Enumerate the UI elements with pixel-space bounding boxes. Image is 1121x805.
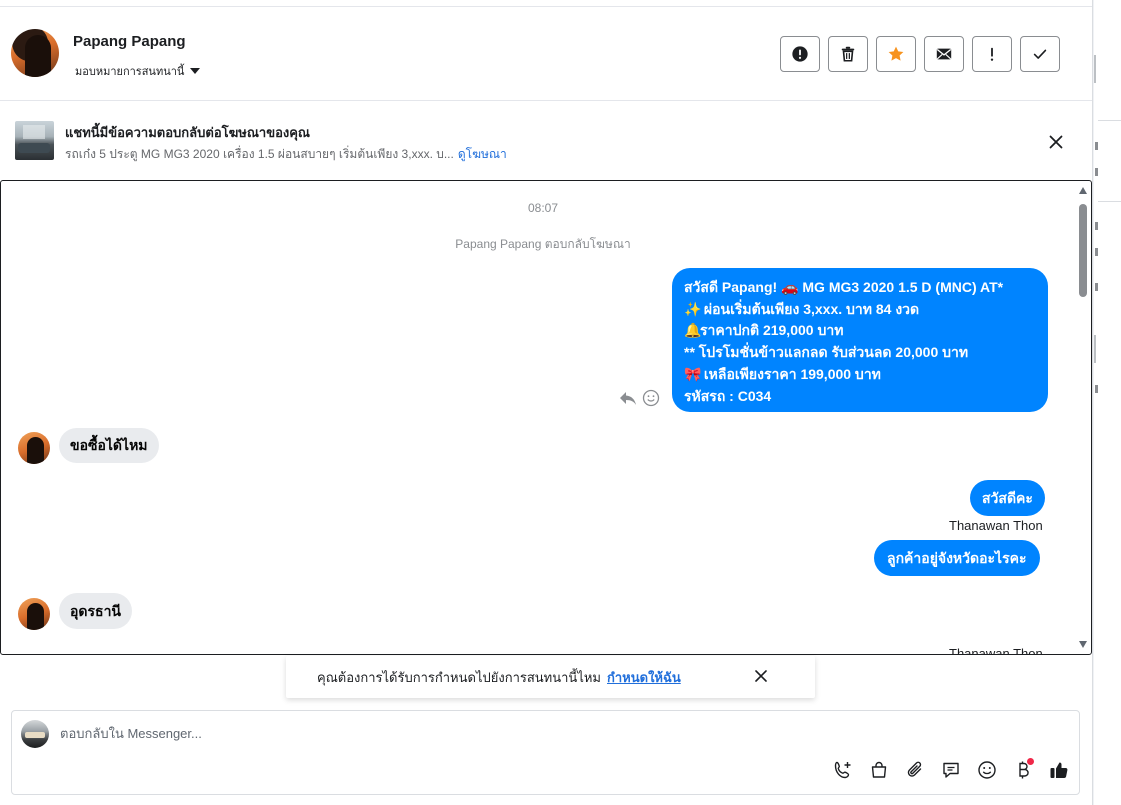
emoji-button[interactable] [975, 758, 999, 782]
close-icon [1049, 135, 1063, 149]
follow-up-button[interactable] [972, 36, 1012, 72]
conversation-header: Papang Papang มอบหมายการสนทนานี้ [0, 7, 1092, 101]
ad-message-line: รหัสรถ : C034 [684, 387, 772, 404]
saved-reply-icon [943, 762, 959, 778]
message-composer [11, 710, 1080, 795]
ad-description-text: รถเก๋ง 5 ประตู MG MG3 2020 เครื่อง 1.5 ผ… [65, 147, 454, 161]
ad-message-bubble[interactable]: สวัสดี Papang! 🚗 MG MG3 2020 1.5 D (MNC)… [672, 268, 1048, 412]
spam-button[interactable] [780, 36, 820, 72]
side-panel-tick [1095, 385, 1098, 393]
assign-prompt-text: คุณต้องการได้รับการกำหนดไปยังการสนทนานี้… [317, 670, 681, 685]
side-panel-divider [1098, 201, 1121, 202]
ad-message-line: ** โปรโมชั่นข้าวแลกลด รับส่วนลด 20,000 บ… [684, 344, 969, 361]
contact-name[interactable]: Papang Papang [73, 33, 186, 50]
sender-name: Thanawan Thon [949, 646, 1043, 655]
assign-conversation-dropdown[interactable]: มอบหมายการสนทนานี้ [75, 62, 201, 80]
mark-unread-button[interactable] [924, 36, 964, 72]
saved-replies-button[interactable] [939, 758, 963, 782]
alert-circle-icon [792, 46, 808, 62]
contact-avatar-small[interactable] [18, 598, 50, 630]
exclamation-icon [990, 47, 994, 61]
notification-dot [1027, 758, 1034, 765]
message-timestamp: 08:07 [527, 201, 559, 215]
react-emoji-icon[interactable] [642, 389, 660, 407]
bell-icon: 🔔 [684, 322, 702, 339]
side-panel-divider [1098, 120, 1121, 121]
side-panel-tick [1095, 248, 1098, 256]
outgoing-message[interactable]: สวัสดีคะ [970, 480, 1045, 516]
outgoing-message[interactable]: ลูกค้าอยู่จังหวัดอะไรคะ [874, 540, 1040, 576]
contact-avatar[interactable] [11, 29, 59, 77]
sparkles-icon: ✨ [684, 300, 702, 317]
paperclip-icon [907, 761, 922, 777]
side-panel-tick [1095, 168, 1098, 176]
shopping-bag-icon [871, 761, 887, 778]
close-prompt-button[interactable] [752, 667, 770, 685]
incoming-message[interactable]: ขอซื้อได้ไหม [59, 428, 159, 463]
side-panel-marker [1094, 55, 1096, 83]
reply-input[interactable] [60, 726, 960, 741]
side-panel-edge [1092, 0, 1121, 805]
side-panel [1094, 0, 1121, 805]
attach-button[interactable] [903, 758, 927, 782]
caret-down-icon [190, 68, 201, 74]
ad-reply-banner: แชทนี้มีข้อความตอบกลับต่อโฆษณาของคุณ รถเ… [0, 101, 1092, 180]
close-icon [755, 670, 767, 682]
side-panel-tick [1095, 142, 1098, 150]
header-actions [780, 36, 1060, 72]
payment-button[interactable] [1011, 758, 1035, 782]
side-panel-tick [1095, 222, 1098, 230]
ad-banner-title: แชทนี้มีข้อความตอบกลับต่อโฆษณาของคุณ [65, 125, 310, 140]
shop-button[interactable] [867, 758, 891, 782]
assign-label: มอบหมายการสนทนานี้ [75, 66, 185, 78]
star-button[interactable] [876, 36, 916, 72]
mark-done-button[interactable] [1020, 36, 1060, 72]
ad-reply-note: Papang Papang ตอบกลับโฆษณา [455, 237, 631, 251]
trash-icon [841, 46, 855, 62]
assign-to-me-prompt: คุณต้องการได้รับการกำหนดไปยังการสนทนานี้… [286, 656, 815, 698]
incoming-message[interactable]: อุดรธานี [59, 593, 132, 629]
emoji-icon [978, 761, 996, 779]
scroll-down-arrow-icon[interactable] [1079, 641, 1087, 648]
like-button[interactable] [1047, 758, 1071, 782]
view-ad-link[interactable]: ดูโฆษณา [458, 147, 507, 161]
call-button[interactable] [831, 758, 855, 782]
message-tools [618, 389, 660, 407]
thumbs-up-icon [1050, 762, 1068, 778]
check-icon [1033, 49, 1047, 59]
ad-message-line: 🔔ราคาปกติ 219,000 บาท [684, 320, 1036, 342]
close-banner-button[interactable] [1046, 132, 1066, 152]
scroll-up-arrow-icon[interactable] [1079, 187, 1087, 194]
ad-message-line: ✨ ผ่อนเริ่มต้นเพียง 3,xxx. บาท 84 งวด [684, 299, 1036, 321]
ad-thumbnail[interactable] [15, 121, 54, 160]
message-thread[interactable]: 08:07 Papang Papang ตอบกลับโฆษณา สวัสดี … [0, 180, 1092, 655]
sender-name: Thanawan Thon [949, 518, 1043, 533]
side-panel-marker [1094, 335, 1096, 363]
inbox-conversation-view: Papang Papang มอบหมายการสนทนานี้ แชทนี้ม… [0, 0, 1092, 805]
assign-to-me-link[interactable]: กำหนดให้ฉัน [607, 670, 681, 685]
contact-avatar-small[interactable] [18, 432, 50, 464]
ad-message-line: สวัสดี Papang! 🚗 MG MG3 2020 1.5 D (MNC)… [684, 279, 1004, 295]
page-avatar [21, 720, 49, 748]
call-add-icon [834, 761, 851, 779]
star-icon [888, 46, 904, 61]
ad-banner-description: รถเก๋ง 5 ประตู MG MG3 2020 เครื่อง 1.5 ผ… [65, 145, 507, 164]
side-panel-tick [1095, 283, 1098, 291]
composer-toolbar [831, 758, 1071, 782]
delete-button[interactable] [828, 36, 868, 72]
envelope-icon [936, 48, 952, 60]
ad-message-line: 🎀 เหลือเพียงราคา 199,000 บาท [684, 364, 1036, 386]
ribbon-icon: 🎀 [684, 365, 702, 382]
reply-icon[interactable] [618, 389, 638, 407]
